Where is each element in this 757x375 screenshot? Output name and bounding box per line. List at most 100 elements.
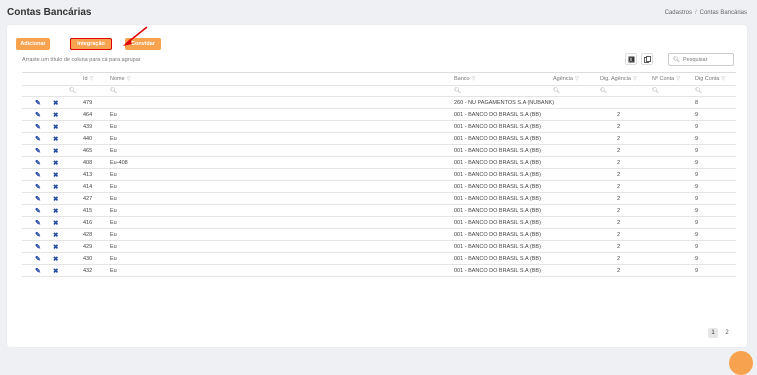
filter-icon[interactable]: ▽ [472,76,476,82]
column-header-num-conta[interactable]: Nº Conta ▽ [652,73,688,85]
filter-icon[interactable]: ▽ [90,76,94,82]
cell-num-conta [652,169,688,180]
cell-num-conta [652,253,688,264]
edit-button[interactable]: ✎ [35,229,45,240]
delete-button[interactable]: ✖ [53,253,63,264]
add-button[interactable]: Adicionar [16,38,50,50]
table-row[interactable]: ✎ ✖ 413 Eu 001 - BANCO DO BRASIL S.A (BB… [22,169,736,181]
close-icon: ✖ [53,111,59,119]
column-header-nome[interactable]: Nome ▽ [110,73,450,85]
cell-id: 464 [83,111,93,118]
cell-dig-conta: 9 [695,159,699,166]
cell-dig-agencia: 2 [617,195,621,202]
delete-button[interactable]: ✖ [53,265,63,276]
filter-cell-nome[interactable]: 🔍︎ [110,86,450,96]
breadcrumb: Cadastros / Contas Bancárias [665,10,747,16]
column-header-banco[interactable]: Banco ▽ [454,73,554,85]
column-header-id[interactable]: Id ▽ [69,73,104,85]
table-row[interactable]: ✎ ✖ 430 Eu 001 - BANCO DO BRASIL S.A (BB… [22,253,736,265]
pencil-icon: ✎ [35,207,41,215]
filter-icon[interactable]: ▽ [633,76,637,82]
column-header-dig-agencia[interactable]: Dig. Agência ▽ [600,73,650,85]
filter-cell-banco[interactable]: 🔍︎ [454,86,554,96]
edit-button[interactable]: ✎ [35,217,45,228]
table-row[interactable]: ✎ ✖ 479 260 - NU PAGAMENTOS S.A (NUBANK)… [22,97,736,109]
table-row[interactable]: ✎ ✖ 439 Eu 001 - BANCO DO BRASIL S.A (BB… [22,121,736,133]
cell-dig-conta: 9 [695,123,699,130]
cell-banco: 001 - BANCO DO BRASIL S.A (BB) [454,207,541,214]
help-fab-button[interactable] [729,351,753,375]
delete-button[interactable]: ✖ [53,181,63,192]
cell-banco: 001 - BANCO DO BRASIL S.A (BB) [454,135,541,142]
edit-button[interactable]: ✎ [35,265,45,276]
table-row[interactable]: ✎ ✖ 465 Eu 001 - BANCO DO BRASIL S.A (BB… [22,145,736,157]
page-button-2[interactable]: 2 [722,328,732,338]
edit-button[interactable]: ✎ [35,253,45,264]
delete-button[interactable]: ✖ [53,133,63,144]
edit-button[interactable]: ✎ [35,121,45,132]
edit-button[interactable]: ✎ [35,109,45,120]
pencil-icon: ✎ [35,111,41,119]
edit-button[interactable]: ✎ [35,97,45,108]
delete-button[interactable]: ✖ [53,157,63,168]
table-row[interactable]: ✎ ✖ 428 Eu 001 - BANCO DO BRASIL S.A (BB… [22,229,736,241]
close-icon: ✖ [53,243,59,251]
table-row[interactable]: ✎ ✖ 427 Eu 001 - BANCO DO BRASIL S.A (BB… [22,193,736,205]
edit-button[interactable]: ✎ [35,193,45,204]
cell-id: 427 [83,195,93,202]
pencil-icon: ✎ [35,159,41,167]
edit-button[interactable]: ✎ [35,145,45,156]
table-row[interactable]: ✎ ✖ 432 Eu 001 - BANCO DO BRASIL S.A (BB… [22,265,736,277]
cell-dig-conta: 9 [695,255,699,262]
accounts-table: Id ▽ Nome ▽ Banco ▽ Agência ▽ Dig. Agência ▽ … [22,72,736,277]
cell-dig-conta: 8 [695,99,699,106]
column-header-agencia[interactable]: Agência ▽ [553,73,586,85]
delete-button[interactable]: ✖ [53,241,63,252]
delete-button[interactable]: ✖ [53,193,63,204]
breadcrumb-item-cadastros[interactable]: Cadastros [665,10,692,16]
table-row[interactable]: ✎ ✖ 440 Eu 001 - BANCO DO BRASIL S.A (BB… [22,133,736,145]
table-row[interactable]: ✎ ✖ 416 Eu 001 - BANCO DO BRASIL S.A (BB… [22,217,736,229]
delete-button[interactable]: ✖ [53,109,63,120]
filter-icon[interactable]: ▽ [127,76,131,82]
excel-export-button[interactable]: X [625,53,637,65]
delete-button[interactable]: ✖ [53,97,63,108]
filter-cell-dig-conta[interactable]: 🔍︎ [695,86,733,96]
table-row[interactable]: ✎ ✖ 408 Eu-408 001 - BANCO DO BRASIL S.A… [22,157,736,169]
page-button-1[interactable]: 1 [708,328,718,338]
edit-button[interactable]: ✎ [35,157,45,168]
delete-button[interactable]: ✖ [53,145,63,156]
table-row[interactable]: ✎ ✖ 464 Eu 001 - BANCO DO BRASIL S.A (BB… [22,109,736,121]
table-row[interactable]: ✎ ✖ 414 Eu 001 - BANCO DO BRASIL S.A (BB… [22,181,736,193]
filter-icon[interactable]: ▽ [721,76,725,82]
cell-nome: Eu [110,219,117,226]
delete-button[interactable]: ✖ [53,229,63,240]
search-input[interactable]: 🔍︎ Pesquisar [668,53,734,66]
column-header-dig-conta[interactable]: Dig Conta ▽ [695,73,733,85]
cell-dig-conta: 9 [695,111,699,118]
filter-cell-agencia[interactable]: 🔍︎ [553,86,586,96]
filter-icon[interactable]: ▽ [676,76,680,82]
edit-button[interactable]: ✎ [35,181,45,192]
delete-button[interactable]: ✖ [53,169,63,180]
column-chooser-button[interactable] [641,53,653,65]
filter-cell-id[interactable]: 🔍︎ [69,86,104,96]
filter-cell-num-conta[interactable]: 🔍︎ [652,86,688,96]
pencil-icon: ✎ [35,99,41,107]
edit-button[interactable]: ✎ [35,241,45,252]
delete-button[interactable]: ✖ [53,217,63,228]
cell-dig-conta: 9 [695,231,699,238]
filter-icon[interactable]: ▽ [575,76,579,82]
edit-button[interactable]: ✎ [35,169,45,180]
filter-cell-dig-agencia[interactable]: 🔍︎ [600,86,650,96]
edit-button[interactable]: ✎ [35,205,45,216]
edit-button[interactable]: ✎ [35,133,45,144]
delete-button[interactable]: ✖ [53,121,63,132]
cell-nome: Eu [110,231,117,238]
pencil-icon: ✎ [35,183,41,191]
delete-button[interactable]: ✖ [53,205,63,216]
integration-button[interactable]: Integração [70,38,112,50]
table-row[interactable]: ✎ ✖ 429 Eu 001 - BANCO DO BRASIL S.A (BB… [22,241,736,253]
table-row[interactable]: ✎ ✖ 415 Eu 001 - BANCO DO BRASIL S.A (BB… [22,205,736,217]
cell-agencia [553,121,586,132]
